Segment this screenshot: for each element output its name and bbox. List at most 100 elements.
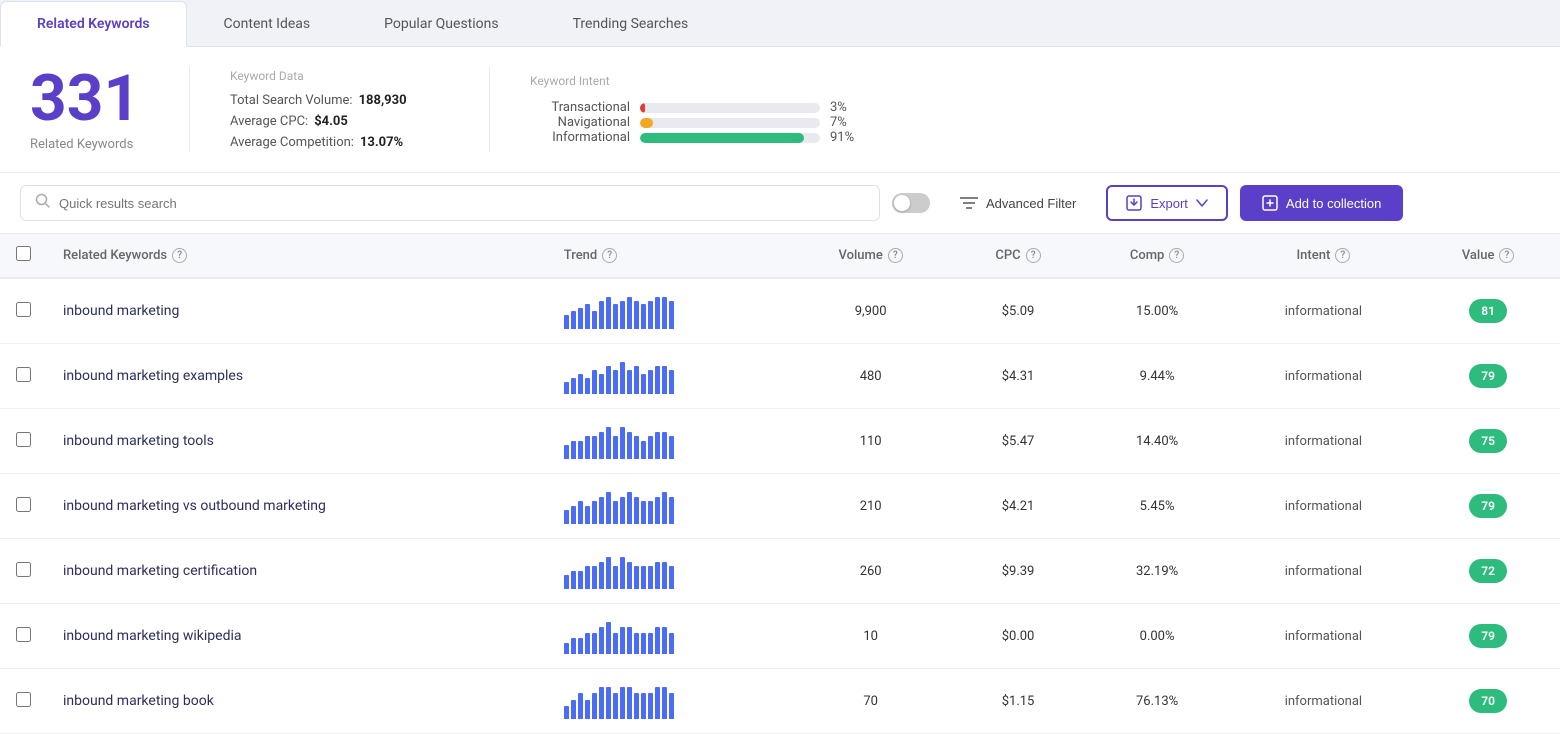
mini-chart [564,683,773,719]
value-cell: 75 [1416,409,1560,474]
intent-help-icon[interactable]: ? [1335,248,1350,263]
mini-bar [585,378,590,394]
mini-bar [571,571,576,589]
search-icon [35,193,51,213]
mini-bar [613,633,618,654]
comp-cell: 15.00% [1084,278,1231,344]
value-badge: 70 [1469,689,1507,713]
total-search-volume-label: Total Search Volume: [230,93,353,108]
keyword-help-icon[interactable]: ? [172,248,187,263]
th-comp: Comp ? [1084,234,1231,278]
mini-bar [613,304,618,329]
cpc-cell: $4.21 [952,474,1083,539]
volume-cell: 70 [789,669,953,734]
mini-bar [564,643,569,654]
volume-help-icon[interactable]: ? [888,248,903,263]
mini-bar [627,370,632,394]
mini-bar [662,627,667,654]
keyword-intent-title: Keyword Intent [530,74,866,88]
value-cell: 79 [1416,344,1560,409]
row-checkbox-cell [0,409,47,474]
avg-competition-value: 13.07% [360,135,403,150]
intent-row-informational: Informational 91% [530,130,866,145]
cpc-help-icon[interactable]: ? [1026,248,1041,263]
row-checkbox-6[interactable] [16,692,31,707]
tab-trending-searches[interactable]: Trending Searches [536,1,726,47]
mini-bar [627,297,632,329]
mini-bar [634,693,639,719]
th-value-label: Value [1462,248,1495,263]
mini-bar [634,301,639,329]
keyword-cell: inbound marketing vs outbound marketing [47,474,548,539]
mini-bar [578,693,583,719]
cpc-cell: $5.09 [952,278,1083,344]
mini-bar [620,362,625,394]
export-button[interactable]: Export [1106,185,1228,221]
mini-bar [592,501,597,524]
mini-bar [655,497,660,524]
table-body: inbound marketing 9,900 $5.09 15.00% inf… [0,278,1560,734]
tab-content-ideas[interactable]: Content Ideas [187,1,348,47]
tab-related-keywords[interactable]: Related Keywords [0,1,187,47]
mini-bar [564,382,569,394]
mini-bar [655,366,660,394]
row-checkbox-3[interactable] [16,497,31,512]
mini-bar [571,700,576,719]
toggle-switch[interactable] [892,193,930,213]
mini-bar [627,562,632,589]
keyword-cell: inbound marketing tools [47,409,548,474]
th-intent-label: Intent [1297,248,1331,263]
mini-chart [564,423,773,459]
mini-bar [620,627,625,654]
tab-popular-questions[interactable]: Popular Questions [347,1,535,47]
mini-bar [599,301,604,329]
th-trend-label: Trend [564,248,597,263]
toolbar: Advanced Filter Export Add to collection [0,173,1560,234]
mini-bar [669,497,674,524]
trend-cell [548,669,789,734]
mini-bar [655,297,660,329]
mini-bar [578,571,583,589]
mini-bar [585,700,590,719]
row-checkbox-4[interactable] [16,562,31,577]
mini-bar [627,432,632,459]
table-row: inbound marketing examples 480 $4.31 9.4… [0,344,1560,409]
export-label: Export [1150,196,1188,211]
tabs-row: Related Keywords Content Ideas Popular Q… [0,0,1560,47]
avg-competition-label: Average Competition: [230,135,354,150]
keyword-data-section: Keyword Data Total Search Volume: 188,93… [190,67,490,152]
mini-bar [662,432,667,459]
search-input[interactable] [59,196,865,211]
mini-bar [634,366,639,394]
mini-bar [578,374,583,394]
trend-help-icon[interactable]: ? [602,248,617,263]
comp-cell: 9.44% [1084,344,1231,409]
mini-bar [662,562,667,589]
cpc-cell: $4.31 [952,344,1083,409]
row-checkbox-5[interactable] [16,627,31,642]
mini-bar [669,693,674,719]
mini-bar [620,427,625,459]
th-keyword: Related Keywords ? [47,234,548,278]
row-checkbox-2[interactable] [16,432,31,447]
mini-bar [648,370,653,394]
comp-help-icon[interactable]: ? [1169,248,1184,263]
mini-bar [606,366,611,394]
keyword-data-title: Keyword Data [230,69,449,83]
intent-bars: Transactional 3% Navigational 7% Informa… [530,100,866,145]
add-to-collection-button[interactable]: Add to collection [1240,185,1403,221]
table-row: inbound marketing vs outbound marketing … [0,474,1560,539]
row-checkbox-1[interactable] [16,367,31,382]
value-help-icon[interactable]: ? [1499,248,1514,263]
table-row: inbound marketing book 70 $1.15 76.13% i… [0,669,1560,734]
intent-bar-track [640,103,820,113]
select-all-checkbox[interactable] [16,246,31,261]
advanced-filter-label: Advanced Filter [986,196,1076,211]
cpc-cell: $0.00 [952,604,1083,669]
mini-bar [620,557,625,589]
row-checkbox-0[interactable] [16,302,31,317]
mini-bar [648,301,653,329]
trend-cell [548,604,789,669]
advanced-filter-button[interactable]: Advanced Filter [942,188,1094,219]
mini-bar [578,308,583,329]
